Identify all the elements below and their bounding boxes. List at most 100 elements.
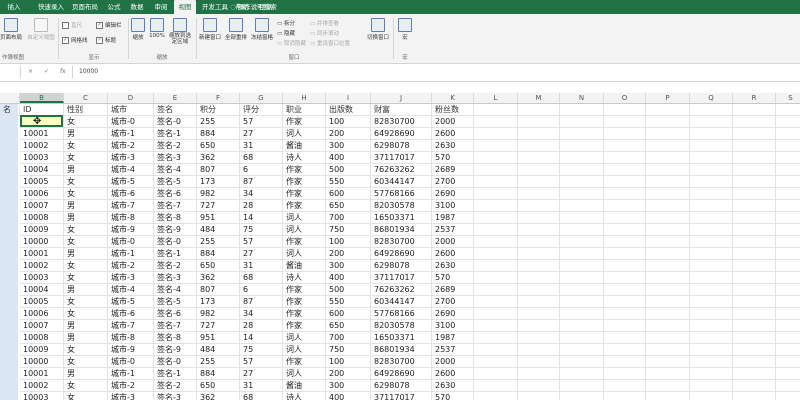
- empty-cell[interactable]: [604, 236, 646, 248]
- cell[interactable]: 68: [240, 152, 283, 164]
- cell[interactable]: 362: [197, 272, 240, 284]
- empty-cell[interactable]: [690, 308, 733, 320]
- column-header[interactable]: O: [604, 93, 646, 103]
- empty-cell[interactable]: [690, 188, 733, 200]
- cell[interactable]: 10005: [20, 176, 64, 188]
- cell[interactable]: 10003: [20, 392, 64, 400]
- header-cell[interactable]: 出版数: [326, 104, 371, 116]
- empty-cell[interactable]: [604, 380, 646, 392]
- cell[interactable]: 城市-7: [108, 200, 154, 212]
- cell[interactable]: 600: [326, 188, 371, 200]
- empty-cell[interactable]: [518, 296, 560, 308]
- cell[interactable]: 100: [326, 236, 371, 248]
- cell[interactable]: 82830700: [371, 116, 432, 128]
- empty-cell[interactable]: [474, 284, 518, 296]
- empty-cell[interactable]: [690, 248, 733, 260]
- tab-2[interactable]: 页面布局: [70, 0, 100, 14]
- column-header[interactable]: B: [20, 93, 64, 103]
- empty-cell[interactable]: [646, 176, 690, 188]
- cell[interactable]: 城市-0: [108, 116, 154, 128]
- cell[interactable]: 500: [326, 164, 371, 176]
- cell[interactable]: 34: [240, 308, 283, 320]
- empty-cell[interactable]: [776, 272, 800, 284]
- cell[interactable]: 173: [197, 296, 240, 308]
- cell[interactable]: 城市-1: [108, 128, 154, 140]
- empty-cell[interactable]: [776, 344, 800, 356]
- cell[interactable]: 10001: [20, 248, 64, 260]
- cell[interactable]: 作家: [283, 164, 326, 176]
- cell[interactable]: 词人: [283, 212, 326, 224]
- cell[interactable]: 10000: [20, 236, 64, 248]
- empty-cell[interactable]: [518, 320, 560, 332]
- cell[interactable]: 64928690: [371, 128, 432, 140]
- empty-cell[interactable]: [733, 104, 776, 116]
- cell[interactable]: 2000: [432, 356, 474, 368]
- empty-cell[interactable]: [474, 188, 518, 200]
- empty-cell[interactable]: [560, 320, 604, 332]
- empty-cell[interactable]: [646, 296, 690, 308]
- column-header[interactable]: N: [560, 93, 604, 103]
- cell[interactable]: 37117017: [371, 152, 432, 164]
- freeze-panes-button[interactable]: 冻结窗格: [250, 18, 274, 41]
- cell[interactable]: 982: [197, 308, 240, 320]
- cell[interactable]: 37117017: [371, 272, 432, 284]
- empty-cell[interactable]: [474, 164, 518, 176]
- cell[interactable]: 作家: [283, 296, 326, 308]
- cell[interactable]: 10000: [20, 356, 64, 368]
- cell[interactable]: 签名-2: [154, 140, 197, 152]
- empty-cell[interactable]: [776, 368, 800, 380]
- empty-cell[interactable]: [733, 380, 776, 392]
- empty-cell[interactable]: [560, 140, 604, 152]
- empty-cell[interactable]: [560, 128, 604, 140]
- cell[interactable]: 签名-0: [154, 356, 197, 368]
- cell[interactable]: 城市-3: [108, 392, 154, 400]
- empty-cell[interactable]: [733, 188, 776, 200]
- empty-cell[interactable]: [474, 308, 518, 320]
- column-header[interactable]: R: [733, 93, 776, 103]
- empty-cell[interactable]: [604, 128, 646, 140]
- cell[interactable]: 女: [64, 296, 108, 308]
- cell[interactable]: 570: [432, 272, 474, 284]
- empty-cell[interactable]: [733, 128, 776, 140]
- empty-cell[interactable]: [690, 236, 733, 248]
- empty-cell[interactable]: [690, 224, 733, 236]
- cell[interactable]: 作家: [283, 116, 326, 128]
- cell[interactable]: 2700: [432, 176, 474, 188]
- cell[interactable]: 城市-4: [108, 284, 154, 296]
- cell[interactable]: 10005: [20, 296, 64, 308]
- cell[interactable]: 城市-5: [108, 176, 154, 188]
- empty-cell[interactable]: [690, 200, 733, 212]
- empty-cell[interactable]: [560, 104, 604, 116]
- empty-cell[interactable]: [776, 296, 800, 308]
- empty-cell[interactable]: [733, 224, 776, 236]
- empty-cell[interactable]: [776, 248, 800, 260]
- empty-cell[interactable]: [560, 368, 604, 380]
- column-header[interactable]: E: [154, 93, 197, 103]
- empty-cell[interactable]: [560, 236, 604, 248]
- empty-cell[interactable]: [690, 212, 733, 224]
- cell[interactable]: 76263262: [371, 164, 432, 176]
- cell[interactable]: 727: [197, 200, 240, 212]
- empty-cell[interactable]: [776, 188, 800, 200]
- header-cell[interactable]: 评分: [240, 104, 283, 116]
- cell[interactable]: 255: [197, 236, 240, 248]
- hide-button[interactable]: ▭ 隐藏: [277, 29, 295, 37]
- cell[interactable]: 550: [326, 176, 371, 188]
- header-cell[interactable]: 城市: [108, 104, 154, 116]
- cell[interactable]: 女: [64, 392, 108, 400]
- header-cell[interactable]: 名: [0, 104, 20, 116]
- empty-cell[interactable]: [646, 200, 690, 212]
- empty-cell[interactable]: [776, 116, 800, 128]
- empty-cell[interactable]: [518, 128, 560, 140]
- cell[interactable]: 2630: [432, 140, 474, 152]
- empty-cell[interactable]: [474, 320, 518, 332]
- cell[interactable]: 2700: [432, 296, 474, 308]
- cell[interactable]: 82030578: [371, 320, 432, 332]
- empty-cell[interactable]: [733, 296, 776, 308]
- cell[interactable]: 女: [64, 224, 108, 236]
- cell[interactable]: 城市-2: [108, 260, 154, 272]
- cell[interactable]: 2600: [432, 128, 474, 140]
- cell[interactable]: 签名-0: [154, 116, 197, 128]
- empty-cell[interactable]: [518, 164, 560, 176]
- empty-cell[interactable]: [733, 248, 776, 260]
